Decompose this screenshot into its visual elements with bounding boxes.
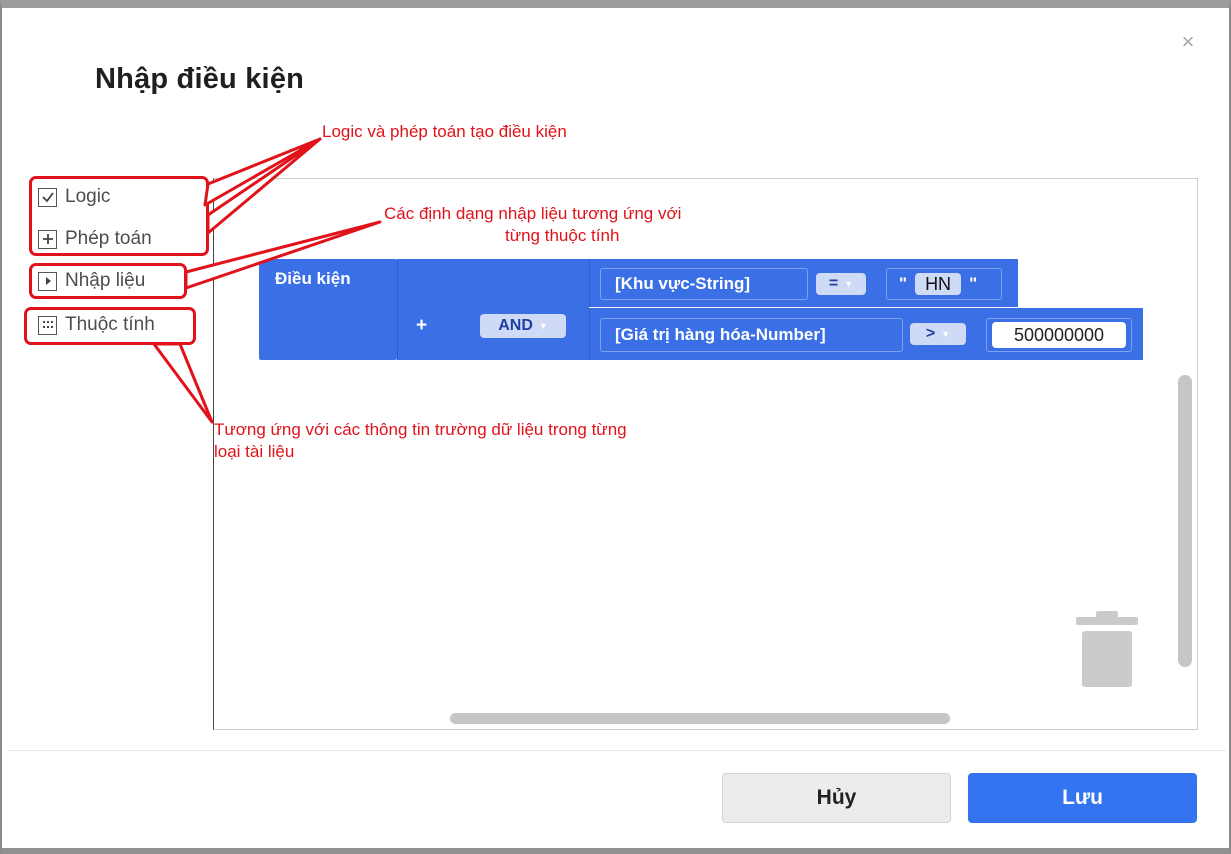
annotation-box-input xyxy=(29,263,187,299)
operator-value: AND xyxy=(498,317,533,334)
horizontal-scrollbar[interactable] xyxy=(450,713,950,724)
annotation-attribute-line2: loại tài liệu xyxy=(214,442,295,461)
operator-dropdown[interactable]: AND ▼ xyxy=(480,314,566,338)
condition-label: Điều kiện xyxy=(275,269,351,288)
field-gia-tri-hang-hoa[interactable]: [Giá trị hàng hóa-Number] xyxy=(600,318,903,352)
dialog-title: Nhập điều kiện xyxy=(95,63,305,95)
comparator-dropdown-2[interactable]: > ▼ xyxy=(910,323,966,345)
annotation-attribute-line1: Tương ứng với các thông tin trường dữ li… xyxy=(214,420,627,439)
footer-divider xyxy=(8,750,1226,751)
condition-block[interactable]: Điều kiện xyxy=(259,259,397,360)
number-value[interactable]: 500000000 xyxy=(992,322,1126,348)
chevron-down-icon: ▼ xyxy=(844,279,854,289)
chevron-down-icon: ▼ xyxy=(941,329,951,339)
close-icon[interactable]: × xyxy=(1176,30,1200,54)
comparator-value: = xyxy=(828,275,839,292)
vertical-scrollbar[interactable] xyxy=(1178,375,1192,667)
number-literal[interactable]: 500000000 xyxy=(986,318,1132,352)
operator-block[interactable]: + AND ▼ xyxy=(397,259,589,360)
comparator-value: > xyxy=(925,325,936,342)
comparator-dropdown-1[interactable]: = ▼ xyxy=(816,273,866,295)
compare-block-1[interactable]: [Khu vực-String] = ▼ " HN " xyxy=(589,259,1018,307)
annotation-box-logic xyxy=(29,176,209,256)
plus-icon[interactable]: + xyxy=(416,315,427,337)
field-khu-vuc[interactable]: [Khu vực-String] xyxy=(600,268,808,300)
chevron-down-icon: ▼ xyxy=(538,321,548,331)
annotation-logic: Logic và phép toán tạo điều kiện xyxy=(322,122,567,141)
save-button[interactable]: Lưu xyxy=(968,773,1197,823)
trash-icon[interactable] xyxy=(1074,611,1140,694)
quote-close: " xyxy=(969,274,978,293)
annotation-input-line1: Các định dạng nhập liệu tương ứng với xyxy=(384,204,682,223)
quote-open: " xyxy=(899,274,908,293)
text-literal[interactable]: " HN " xyxy=(886,268,1002,300)
annotation-input-line2: từng thuộc tính xyxy=(505,226,620,245)
annotation-box-attribute xyxy=(24,307,196,345)
blockly-workspace[interactable]: Điều kiện + AND ▼ [Khu vực-String] = ▼ " H… xyxy=(213,178,1198,730)
cancel-button[interactable]: Hủy xyxy=(722,773,951,823)
compare-block-2[interactable]: [Giá trị hàng hóa-Number] > ▼ 500000000 xyxy=(589,308,1143,360)
condition-dialog: × Nhập điều kiện Logic Phép toán Nhập li… xyxy=(8,8,1226,846)
text-value[interactable]: HN xyxy=(915,273,962,295)
